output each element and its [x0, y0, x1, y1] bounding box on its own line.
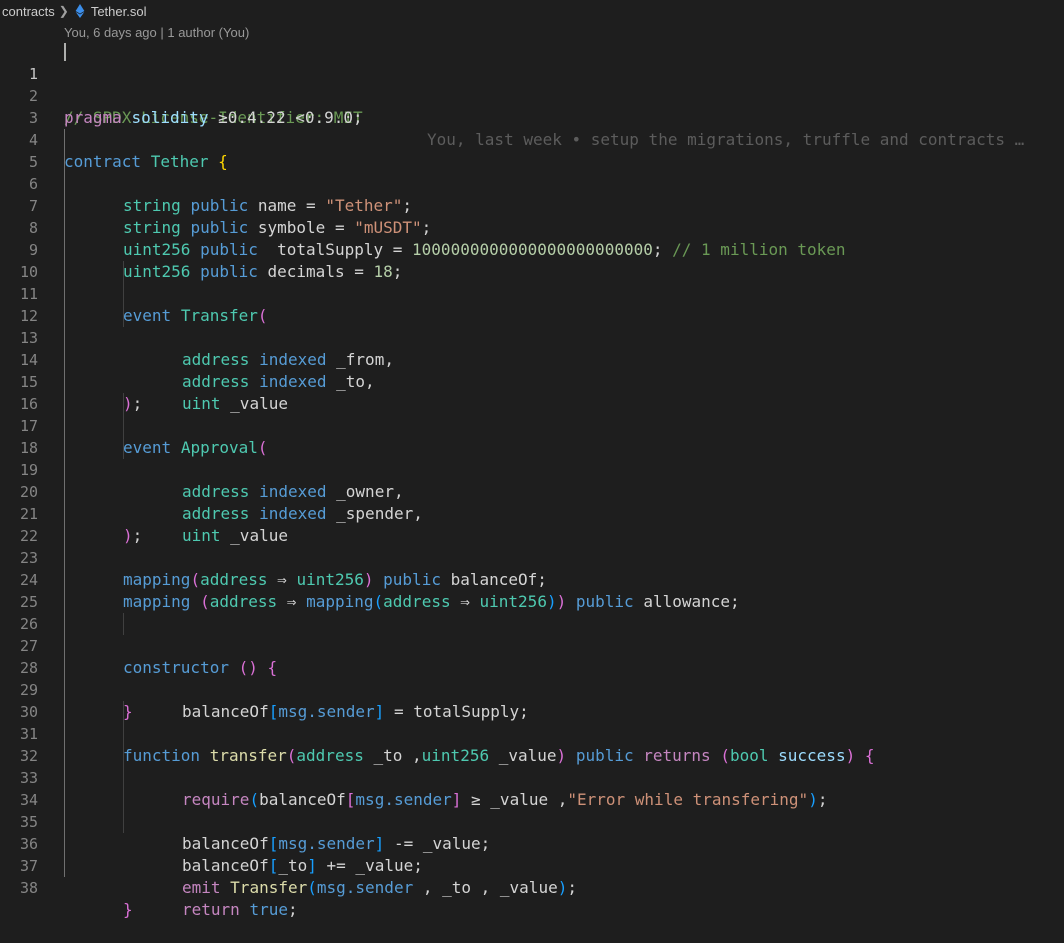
indent-guide [64, 261, 65, 283]
indent-guide [64, 305, 65, 327]
indent-guide [64, 833, 65, 855]
indent-guide [64, 371, 65, 393]
code-line[interactable]: 16 event Approval( [0, 371, 1064, 457]
indent-guide [64, 525, 65, 547]
codelens-blame[interactable]: You, 6 days ago | 1 author (You) [64, 22, 249, 42]
indent-guide [64, 591, 65, 613]
indent-guide [123, 261, 124, 283]
code-line[interactable]: 28 } [0, 635, 1064, 721]
code-line[interactable]: 7 uint256 public totalSupply = 100000000… [0, 173, 1064, 259]
indent-guide [64, 723, 65, 745]
code-line[interactable]: 2 pragma solidity ≥0.4.22 <0.9.0; [0, 63, 1064, 127]
indent-guide [123, 723, 124, 745]
ethereum-icon [75, 4, 85, 18]
indent-guide [64, 481, 65, 503]
indent-guide [64, 767, 65, 789]
indent-guide [123, 767, 124, 789]
code-line[interactable]: 12 address indexed _to, [0, 283, 1064, 391]
code-line[interactable]: 21 [0, 481, 1064, 523]
code-line[interactable]: 11 address indexed _from, [0, 261, 1064, 369]
indent-guide [123, 811, 124, 833]
code-line[interactable]: 3 [0, 85, 1064, 127]
indent-guide [64, 217, 65, 239]
indent-guide [123, 305, 124, 327]
indent-guide [123, 283, 124, 305]
line-text: emit Transfer(msg.sender , _to , _value)… [182, 878, 577, 897]
code-line[interactable]: 1 // SPDX-License-Identifier: MIT You, l… [0, 41, 1064, 149]
code-line[interactable]: 8 uint256 public decimals = 18; [0, 195, 1064, 281]
code-line[interactable]: 29 [0, 657, 1064, 699]
code-line[interactable]: 17 address indexed _owner, [0, 393, 1064, 501]
code-line[interactable]: 10 event Transfer( [0, 239, 1064, 325]
code-line[interactable]: 13 uint _value [0, 305, 1064, 413]
indent-guide [64, 283, 65, 305]
breadcrumb-file[interactable]: Tether.sol [91, 4, 147, 19]
indent-guide [123, 745, 124, 767]
code-line[interactable]: 6 string public symbole = "mUSDT"; [0, 151, 1064, 237]
breadcrumb-folder[interactable]: contracts [2, 4, 55, 19]
indent-guide [64, 569, 65, 591]
indent-guide [64, 745, 65, 767]
code-line[interactable]: 23 mapping (address ⇒ mapping(address ⇒ … [0, 525, 1064, 611]
indent-guide [64, 327, 65, 349]
indent-guide [123, 789, 124, 811]
line-text: return true; [182, 900, 298, 919]
code-line[interactable]: 37 } [0, 833, 1064, 919]
code-line[interactable]: 18 address indexed _spender, [0, 415, 1064, 523]
indent-guide [64, 657, 65, 679]
line-text: } [123, 900, 133, 919]
code-line[interactable]: 15 [0, 349, 1064, 391]
code-editor[interactable]: 1 // SPDX-License-Identifier: MIT You, l… [0, 41, 1064, 919]
code-line[interactable]: 9 [0, 217, 1064, 259]
indent-guide [64, 459, 65, 481]
indent-guide [64, 789, 65, 811]
indent-guide [64, 679, 65, 701]
code-line[interactable]: 26 constructor () { [0, 591, 1064, 677]
indent-guide [64, 701, 65, 723]
code-line[interactable]: 25 [0, 569, 1064, 611]
indent-guide [64, 195, 65, 217]
indent-guide [123, 701, 124, 723]
indent-guide [64, 547, 65, 569]
indent-guide [64, 239, 65, 261]
indent-guide [64, 393, 65, 415]
code-line[interactable]: 38 [0, 855, 1064, 897]
breadcrumb: contracts ❯ Tether.sol [0, 0, 1064, 22]
code-line[interactable]: 36 return true; [0, 811, 1064, 919]
code-line[interactable]: 4 contract Tether { [0, 107, 1064, 171]
indent-guide [64, 503, 65, 525]
indent-guide [123, 393, 124, 415]
indent-guide [64, 173, 65, 195]
code-line[interactable]: 14 ); [0, 327, 1064, 413]
code-line[interactable]: 35 emit Transfer(msg.sender , _to , _val… [0, 789, 1064, 897]
indent-guide [64, 151, 65, 173]
indent-guide [64, 811, 65, 833]
indent-guide [123, 613, 124, 635]
indent-guide [64, 349, 65, 371]
text-cursor [64, 43, 66, 61]
code-line[interactable]: 5 string public name = "Tether"; [0, 129, 1064, 215]
code-line[interactable]: 31 require(balanceOf[msg.sender] ≥ _valu… [0, 701, 1064, 809]
indent-guide [64, 437, 65, 459]
indent-guide [64, 415, 65, 437]
code-line[interactable]: 24 [0, 547, 1064, 589]
code-line[interactable]: 22 mapping(address ⇒ uint256) public bal… [0, 503, 1064, 589]
indent-guide [64, 635, 65, 657]
indent-guide [123, 415, 124, 437]
line-number: 38 [19, 879, 38, 897]
indent-guide [64, 613, 65, 635]
code-line[interactable]: 19 uint _value [0, 437, 1064, 545]
indent-guide [64, 129, 65, 151]
code-line[interactable]: 33 balanceOf[msg.sender] -= _value; [0, 745, 1064, 853]
code-line[interactable]: 30 function transfer(address _to ,uint25… [0, 679, 1064, 765]
code-line[interactable]: 27 balanceOf[msg.sender] = totalSupply; [0, 613, 1064, 721]
code-line[interactable]: 20 ); [0, 459, 1064, 545]
code-line[interactable]: 34 balanceOf[_to] += _value; [0, 767, 1064, 875]
chevron-right-icon: ❯ [58, 4, 69, 18]
indent-guide [123, 437, 124, 459]
code-line[interactable]: 32 [0, 723, 1064, 765]
indent-guide [64, 855, 65, 877]
